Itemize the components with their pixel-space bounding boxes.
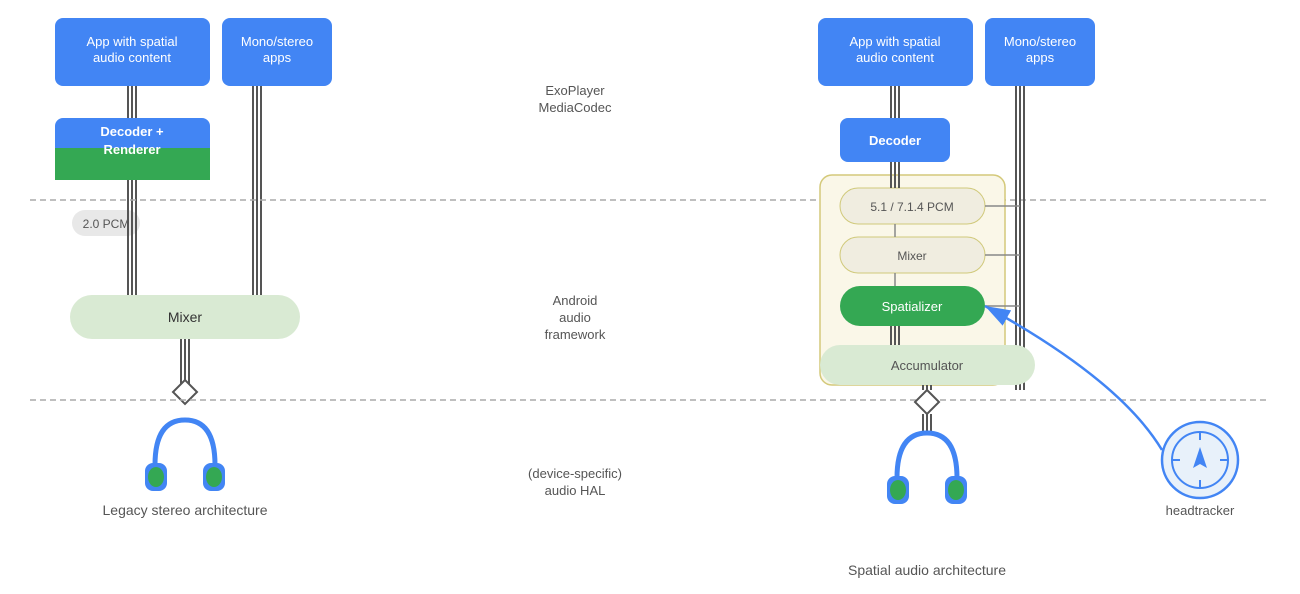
left-pcm-text: 2.0 PCM xyxy=(83,217,130,231)
left-app-spatial-text: App with spatial xyxy=(86,34,177,49)
android-audio-label: Android xyxy=(553,293,598,308)
left-mixer-text: Mixer xyxy=(168,309,203,325)
svg-text:audio content: audio content xyxy=(93,50,171,65)
audio-framework-label1: audio xyxy=(559,310,591,325)
right-title: Spatial audio architecture xyxy=(848,562,1006,578)
right-app-spatial-text: App with spatial xyxy=(849,34,940,49)
left-renderer-text: Renderer xyxy=(103,142,160,157)
left-renderer-green-bottom xyxy=(55,170,210,180)
audio-hal-label: audio HAL xyxy=(545,483,606,498)
right-headphones xyxy=(887,433,967,504)
right-decoder-text: Decoder xyxy=(869,133,921,148)
audio-framework-label2: framework xyxy=(545,327,606,342)
left-decoder-text: Decoder + xyxy=(100,124,164,139)
right-mono-stereo-text: Mono/stereo xyxy=(1004,34,1076,49)
right-diamond xyxy=(915,390,939,414)
left-mono-stereo-text: Mono/stereo xyxy=(241,34,313,49)
diagram-container: App with spatial audio content Mono/ster… xyxy=(0,0,1300,594)
right-spatializer-text: Spatializer xyxy=(882,299,943,314)
exoplayer-label: ExoPlayer xyxy=(545,83,605,98)
right-pcm-text: 5.1 / 7.1.4 PCM xyxy=(870,200,953,214)
right-mixer-text: Mixer xyxy=(897,249,926,263)
right-accumulator-text: Accumulator xyxy=(891,358,964,373)
headtracker-label: headtracker xyxy=(1166,503,1235,518)
svg-text:apps: apps xyxy=(263,50,292,65)
device-specific-label: (device-specific) xyxy=(528,466,622,481)
left-headphones xyxy=(145,420,225,491)
left-title: Legacy stereo architecture xyxy=(103,502,268,518)
svg-text:apps: apps xyxy=(1026,50,1055,65)
mediacodec-label: MediaCodec xyxy=(539,100,612,115)
svg-text:audio content: audio content xyxy=(856,50,934,65)
